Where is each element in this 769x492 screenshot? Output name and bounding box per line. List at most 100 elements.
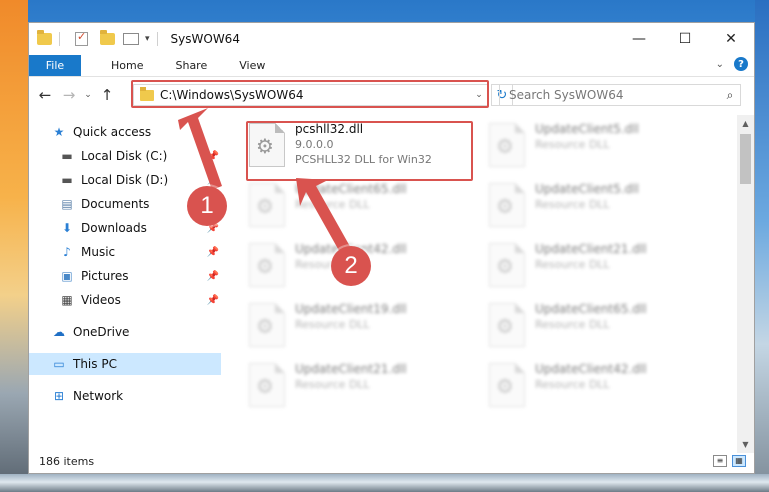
drive-icon: ▬: [61, 173, 73, 187]
sidebar-item-videos[interactable]: ▦ Videos 📌: [59, 289, 219, 311]
tab-view[interactable]: View: [223, 55, 281, 76]
cloud-icon: ☁: [53, 325, 65, 339]
sidebar-item-label: Local Disk (C:): [81, 149, 168, 163]
file-item[interactable]: UpdateClient5.dll Resource DLL: [479, 179, 709, 237]
sidebar-item-label: This PC: [73, 357, 117, 371]
file-description: Resource DLL: [535, 318, 610, 331]
file-item[interactable]: UpdateClient42.dll Resource DLL: [479, 359, 709, 417]
scrollbar-thumb[interactable]: [740, 134, 751, 184]
vertical-scrollbar[interactable]: ▲ ▼: [737, 115, 754, 453]
pin-icon[interactable]: 📌: [207, 247, 219, 258]
sidebar-item-label: Pictures: [81, 269, 129, 283]
file-name: UpdateClient5.dll: [535, 182, 639, 196]
expand-ribbon-icon[interactable]: ⌄: [716, 59, 724, 70]
sidebar-item-label: Local Disk (D:): [81, 173, 169, 187]
file-name: UpdateClient65.dll: [535, 302, 647, 316]
file-description: Resource DLL: [535, 258, 610, 271]
pin-icon[interactable]: 📌: [207, 175, 219, 186]
recent-locations-button[interactable]: ⌄: [81, 83, 95, 107]
scroll-up-icon[interactable]: ▲: [737, 115, 754, 132]
callout-badge-1: 1: [187, 186, 227, 226]
file-item[interactable]: UpdateClient65.dll Resource DLL: [479, 299, 709, 357]
file-item[interactable]: UpdateClient5.dll Resource DLL: [479, 119, 709, 177]
quick-access-toolbar: ▾: [37, 30, 161, 46]
tiles-view-icon[interactable]: ▦: [732, 455, 746, 467]
customize-view-icon[interactable]: [123, 33, 139, 45]
video-icon: ▦: [61, 293, 73, 307]
file-name: UpdateClient21.dll: [535, 242, 647, 256]
back-button[interactable]: ←: [33, 83, 57, 107]
file-name: UpdateClient19.dll: [295, 302, 407, 316]
dll-file-icon: [249, 183, 285, 227]
file-item[interactable]: UpdateClient21.dll Resource DLL: [479, 239, 709, 297]
pin-icon[interactable]: 📌: [207, 295, 219, 306]
dll-file-icon: [249, 243, 285, 287]
desktop-background-right: [755, 0, 769, 492]
sidebar-item-network[interactable]: ⊞ Network: [51, 385, 211, 407]
pin-icon[interactable]: 📌: [207, 151, 219, 162]
up-button[interactable]: ↑: [95, 83, 119, 107]
window-title: SysWOW64: [170, 32, 240, 46]
sidebar-item-music[interactable]: ♪ Music 📌: [59, 241, 219, 263]
file-name: UpdateClient42.dll: [535, 362, 647, 376]
details-view-icon[interactable]: ≡: [713, 455, 727, 467]
file-item-pcshll32[interactable]: pcshll32.dll 9.0.0.0 PCSHLL32 DLL for Wi…: [239, 119, 469, 177]
sidebar-item-quick-access[interactable]: ★ Quick access: [51, 121, 211, 143]
file-item[interactable]: UpdateClient19.dll Resource DLL: [239, 299, 469, 357]
sidebar-item-onedrive[interactable]: ☁ OneDrive: [51, 321, 211, 343]
dll-file-icon: [489, 123, 525, 167]
folder-icon: [37, 30, 52, 45]
file-description: Resource DLL: [535, 378, 610, 391]
music-icon: ♪: [63, 245, 71, 259]
toolbar-divider: [156, 32, 158, 46]
chevron-down-icon[interactable]: ▾: [145, 34, 150, 44]
maximize-button[interactable]: ☐: [662, 23, 708, 55]
dll-file-icon: [249, 303, 285, 347]
sidebar-item-label: Downloads: [81, 221, 147, 235]
file-list: pcshll32.dll 9.0.0.0 PCSHLL32 DLL for Wi…: [239, 115, 739, 461]
tab-file[interactable]: File: [29, 55, 81, 76]
properties-icon[interactable]: [75, 30, 88, 46]
sidebar-item-local-disk-c[interactable]: ▬ Local Disk (C:) 📌: [59, 145, 219, 167]
address-path[interactable]: C:\Windows\SysWOW64: [160, 88, 470, 102]
file-name: UpdateClient5.dll: [535, 122, 639, 136]
sidebar-item-this-pc[interactable]: ▭ This PC: [29, 353, 221, 375]
tab-home[interactable]: Home: [95, 55, 159, 76]
close-button[interactable]: ✕: [708, 23, 754, 55]
forward-button[interactable]: →: [57, 83, 81, 107]
status-bar: 186 items ≡ ▦: [29, 449, 754, 473]
search-box[interactable]: Search SysWOW64 ⌕: [499, 84, 741, 106]
file-explorer-window: ▾ SysWOW64 — ☐ ✕ File Home Share View ⌄ …: [28, 22, 755, 474]
callout-badge-2: 2: [331, 246, 371, 286]
minimize-button[interactable]: —: [616, 23, 662, 55]
ribbon-tabs: File Home Share View ⌄ ?: [29, 55, 754, 77]
sidebar-item-label: Documents: [81, 197, 150, 211]
file-name: UpdateClient65.dll: [295, 182, 407, 196]
new-folder-icon[interactable]: [100, 30, 115, 45]
file-description: Resource DLL: [535, 198, 610, 211]
sidebar-item-local-disk-d[interactable]: ▬ Local Disk (D:) 📌: [59, 169, 219, 191]
chevron-down-icon[interactable]: ⌄: [470, 90, 488, 100]
address-bar[interactable]: C:\Windows\SysWOW64 ⌄: [133, 84, 489, 106]
dll-file-icon: [489, 363, 525, 407]
help-icon[interactable]: ?: [734, 57, 748, 71]
dll-file-icon: [489, 243, 525, 287]
tab-share[interactable]: Share: [159, 55, 223, 76]
search-input[interactable]: Search SysWOW64: [509, 88, 720, 102]
document-icon: ▤: [61, 197, 73, 211]
sidebar-item-label: Videos: [81, 293, 121, 307]
search-icon[interactable]: ⌕: [720, 88, 740, 103]
file-description: PCSHLL32 DLL for Win32: [295, 153, 432, 166]
dll-file-icon: [249, 123, 285, 167]
file-description: Resource DLL: [295, 378, 370, 391]
sidebar-item-pictures[interactable]: ▣ Pictures 📌: [59, 265, 219, 287]
file-item[interactable]: UpdateClient65.dll Resource DLL: [239, 179, 469, 237]
computer-icon: ▭: [53, 357, 65, 371]
pin-icon[interactable]: 📌: [207, 271, 219, 282]
navigation-pane: ★ Quick access ▬ Local Disk (C:) 📌 ▬ Loc…: [29, 115, 224, 453]
file-item[interactable]: UpdateClient21.dll Resource DLL: [239, 359, 469, 417]
picture-icon: ▣: [61, 269, 73, 283]
file-name: UpdateClient21.dll: [295, 362, 407, 376]
sidebar-item-label: Quick access: [73, 125, 152, 139]
desktop-background-bottom: [0, 474, 769, 492]
